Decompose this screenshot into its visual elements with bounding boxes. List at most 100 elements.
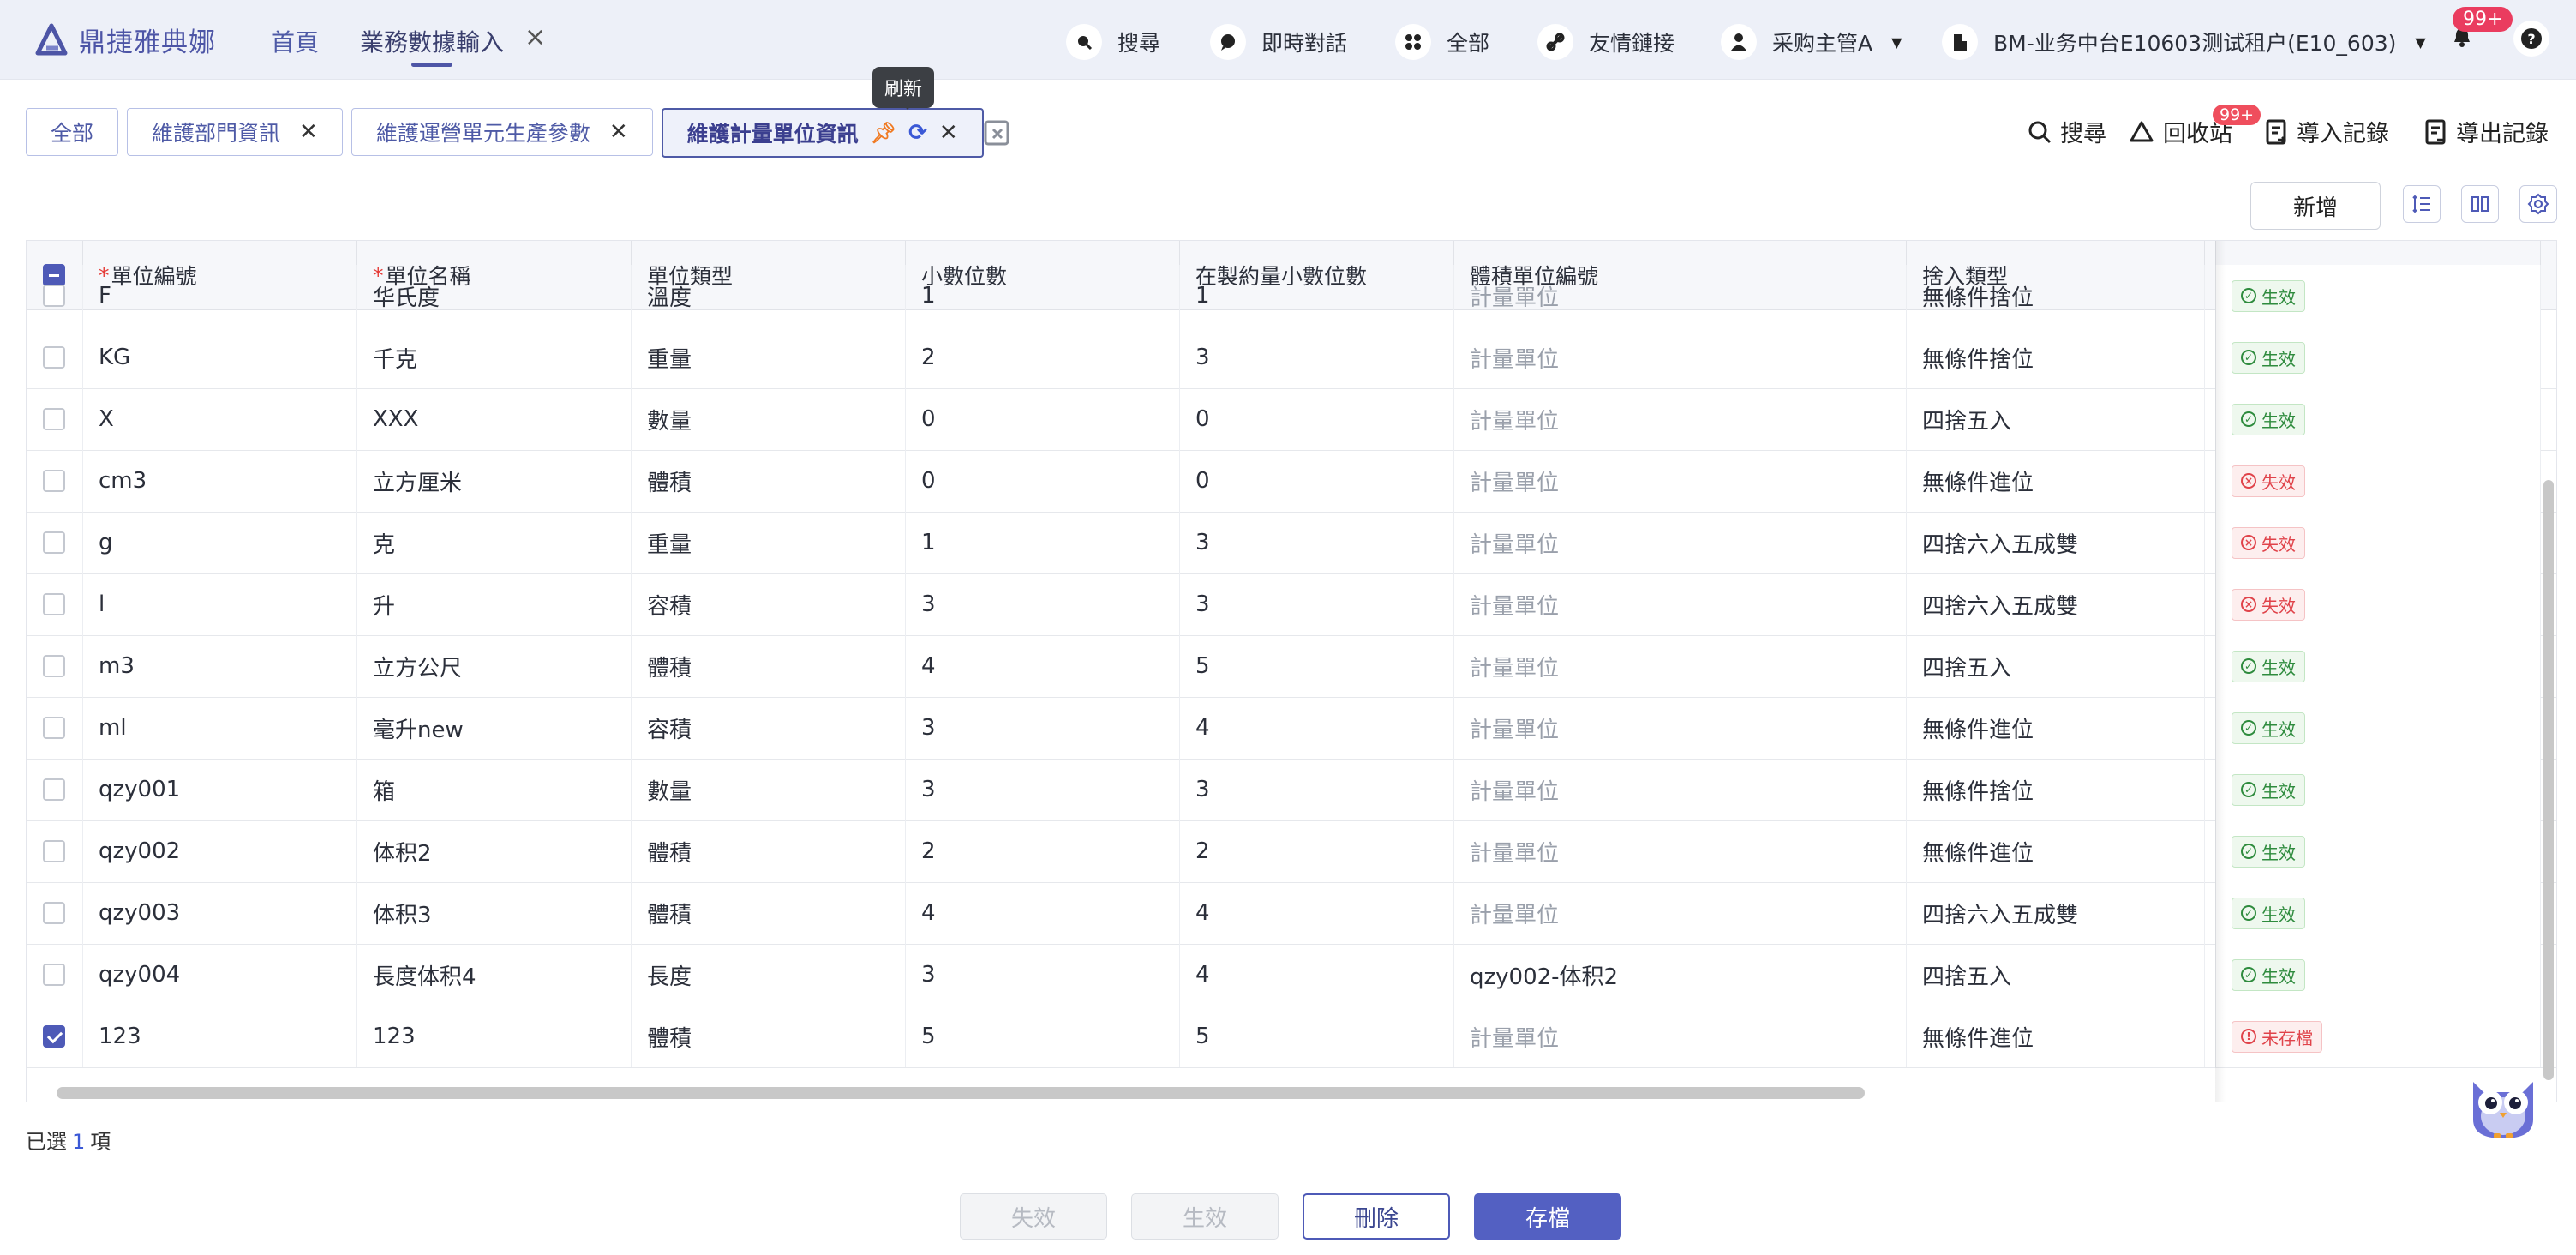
cell-rounding[interactable]: 無條件進位 [1907,697,2205,759]
row-checkbox[interactable] [43,902,65,924]
cell-unit-type[interactable]: 溫度 [632,265,906,327]
cell-rounding[interactable]: 四捨五入 [1907,388,2205,450]
nav-home[interactable]: 首頁 [271,24,319,58]
cell-volume-unit[interactable]: 計量單位 [1454,573,1907,635]
close-icon[interactable]: ✕ [609,119,628,145]
cell-rounding[interactable]: 四捨六入五成雙 [1907,512,2205,573]
row-checkbox[interactable] [43,531,65,554]
settings-icon[interactable] [2519,185,2557,223]
cell-volume-unit[interactable]: 計量單位 [1454,327,1907,388]
help-button[interactable]: ? [2513,21,2549,57]
cell-unit-name[interactable]: 体积2 [357,820,632,882]
cell-unit-name[interactable]: 長度体积4 [357,944,632,1006]
cell-decimals[interactable]: 1 [906,265,1180,327]
row-checkbox[interactable] [43,285,65,307]
table-row-partial[interactable]: F 华氏度 溫度 1 1 計量單位 無條件捨位 ✓ 生效 [27,265,2556,327]
cell-unit-type[interactable]: 體積 [632,882,906,944]
tab-unit-info[interactable]: 維護計量單位資訊 📌︎ ⟳ ✕ [661,108,984,158]
cell-volume-unit[interactable]: qzy002-体积2 [1454,944,1907,1006]
row-checkbox[interactable] [43,717,65,739]
cell-unit-code[interactable]: qzy004 [83,944,357,1006]
cell-volume-unit[interactable]: 計量單位 [1454,450,1907,512]
cell-wip-decimals[interactable]: 2 [1180,820,1454,882]
save-button[interactable]: 存檔 [1474,1193,1621,1240]
table-row[interactable]: qzy001 箱數量 3 3 計量單位 無條件捨位 ✓ 生效 [27,759,2556,821]
cell-volume-unit[interactable]: 計量單位 [1454,265,1907,327]
cell-decimals[interactable]: 0 [906,388,1180,450]
cell-rounding[interactable]: 無條件捨位 [1907,759,2205,820]
cell-decimals[interactable]: 4 [906,882,1180,944]
cell-wip-decimals[interactable]: 5 [1180,1006,1454,1067]
cell-unit-type[interactable]: 數量 [632,388,906,450]
cell-unit-name[interactable]: 毫升new [357,697,632,759]
cell-decimals[interactable]: 4 [906,635,1180,697]
cell-unit-name[interactable]: 立方厘米 [357,450,632,512]
cell-volume-unit[interactable]: 計量單位 [1454,759,1907,820]
cell-unit-code[interactable]: m3 [83,635,357,697]
row-checkbox[interactable] [43,964,65,986]
cell-rounding[interactable]: 無條件捨位 [1907,265,2205,327]
cell-decimals[interactable]: 3 [906,697,1180,759]
row-checkbox[interactable] [43,840,65,862]
row-checkbox[interactable] [43,593,65,615]
vertical-scrollbar[interactable] [2543,480,2554,1080]
cell-unit-type[interactable]: 體積 [632,450,906,512]
table-row[interactable]: 123 123 體積 5 5 計量單位 無條件進位! 未存檔 [27,1006,2556,1068]
cell-volume-unit[interactable]: 計量單位 [1454,512,1907,573]
cell-unit-name[interactable]: 123 [357,1006,632,1067]
nav-business-data-input[interactable]: 業務數據輸入 [360,24,504,58]
table-row[interactable]: ml 毫升new 容積 3 4 計量單位 無條件進位 ✓ 生效 [27,697,2556,760]
close-icon[interactable]: ✕ [939,120,958,146]
cell-wip-decimals[interactable]: 4 [1180,944,1454,1006]
export-log-button[interactable]: 導出記錄 [2425,115,2549,148]
cell-unit-code[interactable]: l [83,573,357,635]
cell-wip-decimals[interactable]: 0 [1180,450,1454,512]
cell-wip-decimals[interactable]: 4 [1180,882,1454,944]
delete-button[interactable]: 刪除 [1303,1193,1450,1240]
search-button[interactable]: 搜尋 [2028,115,2106,148]
cell-wip-decimals[interactable]: 0 [1180,388,1454,450]
cell-rounding[interactable]: 無條件捨位 [1907,327,2205,388]
cell-rounding[interactable]: 無條件進位 [1907,450,2205,512]
row-checkbox[interactable] [43,1025,65,1048]
cell-unit-name[interactable]: 华氏度 [357,265,632,327]
cell-unit-type[interactable]: 容積 [632,697,906,759]
cell-unit-code[interactable]: X [83,388,357,450]
row-checkbox[interactable] [43,778,65,801]
cell-rounding[interactable]: 四捨五入 [1907,944,2205,1006]
tab-department-info[interactable]: 維護部門資訊 ✕ [127,108,343,156]
cell-unit-type[interactable]: 長度 [632,944,906,1006]
enable-button[interactable]: 生效 [1131,1193,1279,1240]
cell-wip-decimals[interactable]: 3 [1180,327,1454,388]
cell-decimals[interactable]: 3 [906,573,1180,635]
cell-decimals[interactable]: 2 [906,820,1180,882]
refresh-icon[interactable]: ⟳ [908,120,927,146]
cell-decimals[interactable]: 0 [906,450,1180,512]
cell-decimals[interactable]: 3 [906,944,1180,1006]
cell-unit-type[interactable]: 重量 [632,327,906,388]
cell-unit-type[interactable]: 體積 [632,1006,906,1067]
cell-unit-code[interactable]: F [83,265,357,327]
cell-unit-name[interactable]: 立方公尺 [357,635,632,697]
assistant-owl-icon[interactable] [2465,1068,2542,1145]
cell-wip-decimals[interactable]: 4 [1180,697,1454,759]
close-icon[interactable]: × [524,22,546,52]
all-apps-button[interactable]: 全部 [1395,24,1489,60]
table-row[interactable]: qzy004 長度体积4 長度 3 4 qzy002-体积2 四捨五入 ✓ 生效 [27,944,2556,1006]
top-search-button[interactable]: 搜尋 [1066,24,1160,60]
cell-unit-code[interactable]: g [83,512,357,573]
table-row[interactable]: qzy002 体积2 體積 2 2 計量單位 無條件進位 ✓ 生效 [27,820,2556,883]
cell-unit-name[interactable]: XXX [357,388,632,450]
cell-wip-decimals[interactable]: 3 [1180,512,1454,573]
cell-unit-code[interactable]: qzy001 [83,759,357,820]
row-checkbox[interactable] [43,346,65,369]
cell-volume-unit[interactable]: 計量單位 [1454,388,1907,450]
user-menu[interactable]: 采购主管A ▼ [1721,24,1902,60]
tab-all[interactable]: 全部 [26,108,119,156]
column-setting-icon[interactable] [2461,185,2499,223]
pin-icon[interactable]: 📌︎ [871,121,896,145]
cell-wip-decimals[interactable]: 1 [1180,265,1454,327]
cell-volume-unit[interactable]: 計量單位 [1454,882,1907,944]
cell-unit-code[interactable]: KG [83,327,357,388]
cell-unit-name[interactable]: 箱 [357,759,632,820]
